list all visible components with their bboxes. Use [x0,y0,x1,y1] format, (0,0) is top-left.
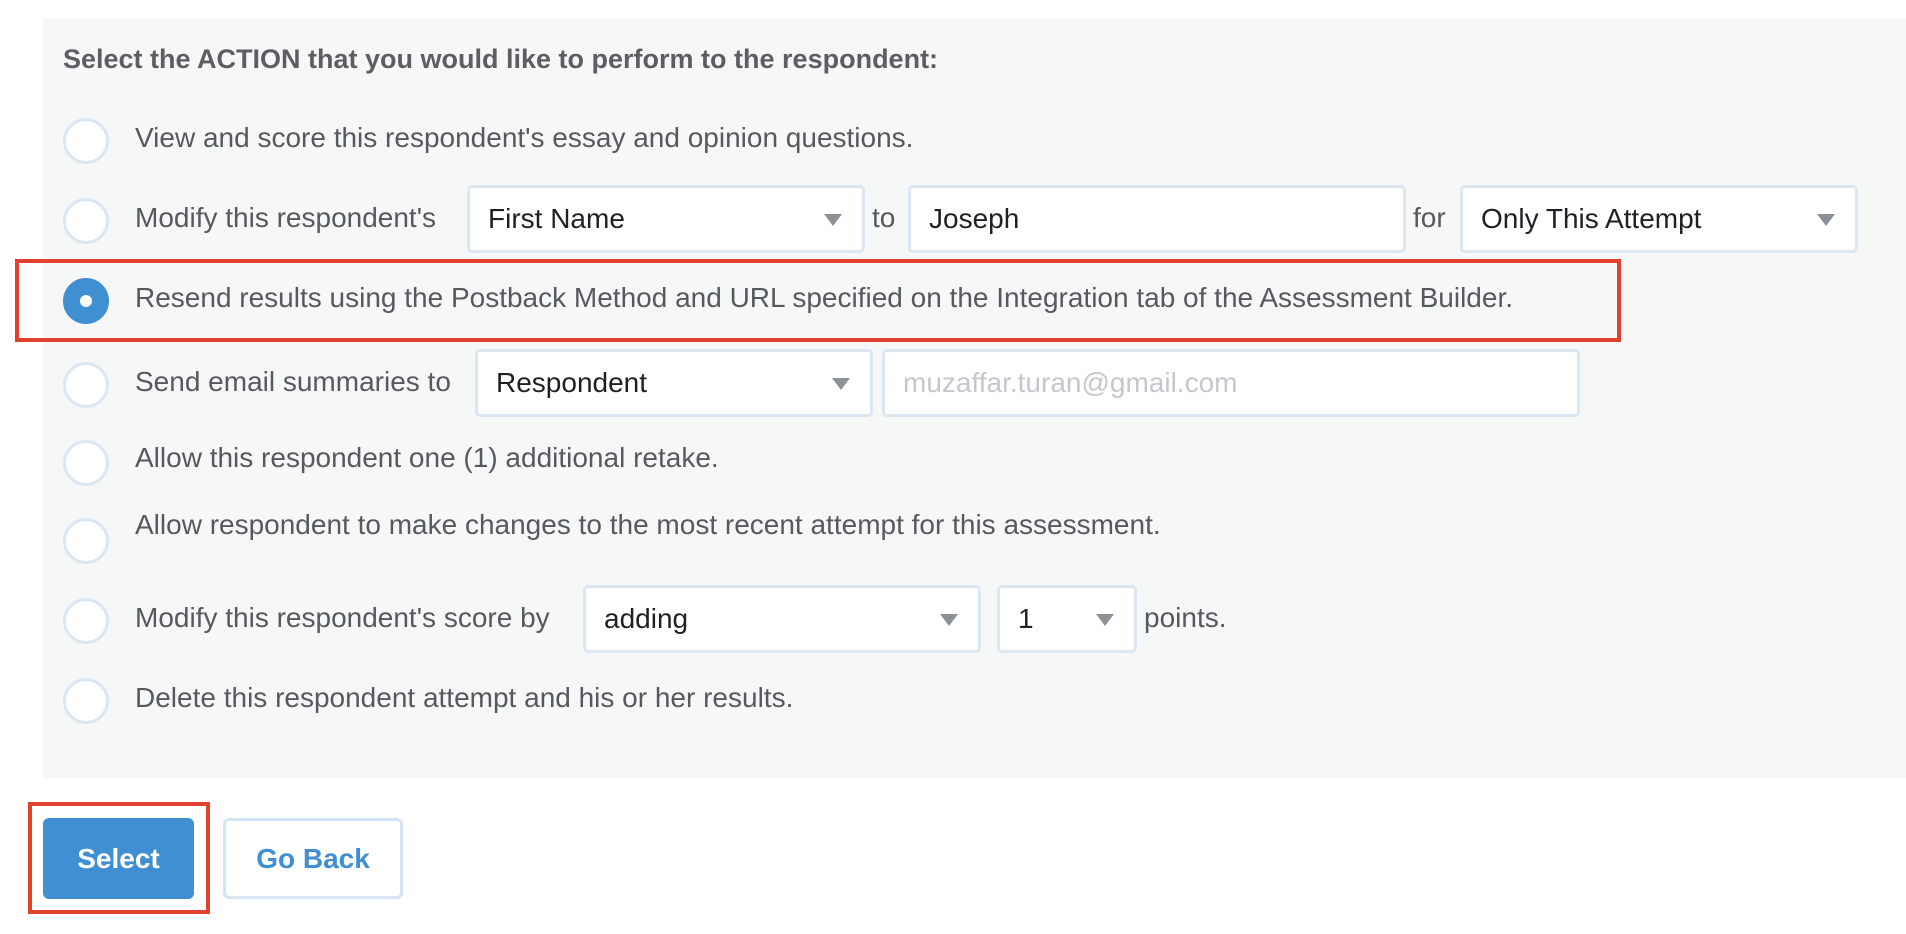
email-label: Send email summaries to [135,366,451,397]
radio-modify-field[interactable] [63,198,109,244]
changes-label: Allow respondent to make changes to the … [135,509,1161,540]
radio-delete[interactable] [63,678,109,724]
operation-select[interactable]: adding [583,585,981,653]
retake-label: Allow this respondent one (1) additional… [135,442,719,473]
radio-modify-score[interactable] [63,598,109,644]
field-select-value: First Name [488,203,625,234]
new-value-input[interactable] [908,185,1406,253]
scope-select[interactable]: Only This Attempt [1460,185,1858,253]
chevron-down-icon [832,378,850,390]
chevron-down-icon [1096,614,1114,626]
resend-label: Resend results using the Postback Method… [135,282,1514,313]
chevron-down-icon [1817,214,1835,226]
view-score-label: View and score this respondent's essay a… [135,122,914,153]
radio-view-score[interactable] [63,118,109,164]
action-heading: Select the ACTION that you would like to… [63,44,939,74]
points-label: points. [1144,602,1227,633]
chevron-down-icon [824,214,842,226]
select-button[interactable]: Select [43,818,194,899]
recipient-select-value: Respondent [496,367,648,398]
go-back-button[interactable]: Go Back [223,818,403,899]
to-label: to [872,202,896,233]
chevron-down-icon [940,614,958,626]
modify-score-label: Modify this respondent's score by [135,602,550,633]
for-label: for [1413,202,1446,233]
scope-select-value: Only This Attempt [1481,203,1702,234]
delete-label: Delete this respondent attempt and his o… [135,682,794,713]
amount-select[interactable]: 1 [997,585,1137,653]
radio-email[interactable] [63,362,109,408]
modify-field-label: Modify this respondent's [135,202,437,233]
recipient-select[interactable]: Respondent [475,349,873,417]
amount-select-value: 1 [1018,603,1034,634]
operation-select-value: adding [604,603,689,634]
radio-changes[interactable] [63,518,109,564]
radio-resend[interactable] [63,278,109,324]
email-input[interactable] [882,349,1580,417]
radio-retake[interactable] [63,440,109,486]
field-select[interactable]: First Name [467,185,865,253]
